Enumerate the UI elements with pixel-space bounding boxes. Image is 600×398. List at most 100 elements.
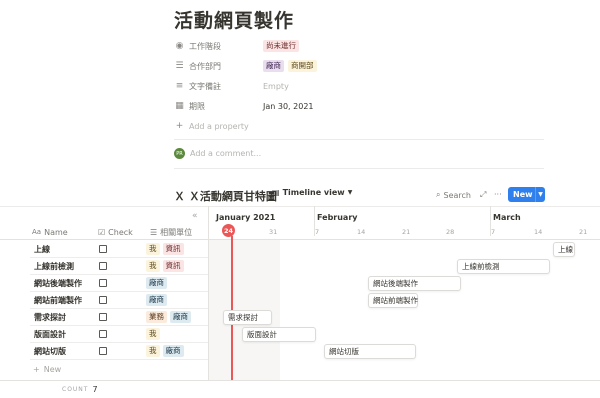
table-row[interactable]: 網站切版 我 廠商 [30,343,208,360]
column-header-label: Name [44,227,68,237]
search-icon: ⌕ [436,190,441,199]
plus-icon: + [33,365,40,374]
checkbox[interactable] [99,296,107,304]
row-name[interactable]: 版面設計 [30,329,96,340]
page-title[interactable]: 活動網頁製作 [174,6,294,33]
timeline-bar[interactable]: 上線前檢測 [457,259,550,274]
day-label: 31 [269,228,278,236]
checkbox[interactable] [99,330,107,338]
unit-tag: 廠商 [162,345,184,357]
department-tag[interactable]: 廠商 [263,60,284,72]
checkbox[interactable] [99,313,107,321]
day-label: 14 [534,228,543,236]
row-name[interactable]: 需求探討 [30,312,96,323]
row-name[interactable]: 網站後端製作 [30,278,96,289]
database-title[interactable]: Ｘ Ｘ活動網頁甘特圖 [174,188,277,204]
divider [174,168,544,169]
timeline-bar[interactable]: 網站後端製作 [368,276,461,291]
unit-tag: 我 [146,328,160,340]
unit-tag: 資訊 [162,243,184,255]
avatar: PR [174,148,185,159]
checkbox[interactable] [99,279,107,287]
new-button-label: New [513,190,533,199]
column-header-label: 相關單位 [160,227,193,237]
search-button[interactable]: ⌕ Search [436,190,471,200]
property-deadline[interactable]: ▦ 期限 Jan 30, 2021 [174,97,544,115]
note-value[interactable]: Empty [263,82,289,91]
divider [0,380,600,381]
add-property-button[interactable]: + Add a property [174,117,544,135]
checkbox[interactable] [99,347,107,355]
row-name[interactable]: 網站前端製作 [30,295,96,306]
unit-tag: 我 [146,345,160,357]
unit-tag: 我 [146,260,160,272]
property-status[interactable]: ◉ 工作階段 尚未進行 [174,37,544,55]
text-icon: ≡ [175,81,184,91]
divider [174,139,544,140]
search-label: Search [443,190,471,200]
row-name[interactable]: 網站切版 [30,346,96,357]
view-label: Timeline view [282,188,345,197]
column-header-label: Check [108,227,133,237]
day-label: 14 [357,228,366,236]
property-label: 期限 [189,101,205,111]
text-property-icon: Aa [32,228,42,236]
chevron-down-icon: ▼ [347,189,353,196]
today-marker: 24 [222,224,235,237]
plus-icon: + [175,121,184,131]
department-tag[interactable]: 商開部 [288,60,317,72]
timeline-bar[interactable]: 網站前端製作 [368,293,418,308]
checkbox[interactable] [99,245,107,253]
unit-tag: 廠商 [146,277,167,289]
table-row[interactable]: 需求探討 業務 廠商 [30,309,208,326]
table-row[interactable]: 上線 我 資訊 [30,241,208,258]
comment-input[interactable]: Add a comment... [190,149,261,158]
expand-icon[interactable]: ⤢ [480,190,486,200]
table-row[interactable]: 網站前端製作 廠商 [30,292,208,309]
new-row-button[interactable]: + New [33,365,61,374]
property-department[interactable]: ☰ 合作部門 廠商 商開部 [174,57,544,75]
status-tag[interactable]: 尚未進行 [263,40,299,52]
chevron-down-icon[interactable]: ▼ [535,187,545,202]
timeline-bar[interactable]: 版面設計 [242,327,316,342]
new-button[interactable]: New ▼ [508,187,545,202]
table-row[interactable]: 版面設計 我 [30,326,208,343]
day-label: 7 [491,228,496,236]
view-switcher[interactable]: ▤ Timeline view ▼ [272,188,352,197]
column-header-check[interactable]: ☑ Check [98,224,133,240]
unit-tag: 資訊 [162,260,184,272]
today-line [231,236,233,380]
more-icon[interactable]: ··· [494,190,502,199]
status-icon: ◉ [175,41,184,51]
calendar-icon: ▦ [175,101,184,111]
month-label: February [317,213,358,222]
count-value: 7 [92,385,98,394]
column-header-name[interactable]: Aa Name [32,224,68,240]
unit-tag: 廠商 [146,294,167,306]
timeline-top-border [0,206,600,207]
row-name[interactable]: 上線 [30,244,96,255]
checkbox-property-icon: ☑ [98,227,106,237]
comment-box[interactable]: PR Add a comment... [174,148,261,159]
double-chevron-left-icon[interactable]: « [192,211,198,221]
month-label: January 2021 [216,213,276,222]
row-name[interactable]: 上線前檢測 [30,261,96,272]
new-row-label: New [43,365,62,374]
divider [0,239,600,240]
timeline-bar[interactable]: 網站切版 [324,344,416,359]
timeline-bar[interactable]: 需求探討 [223,310,272,325]
deadline-value[interactable]: Jan 30, 2021 [263,102,314,111]
day-label: 21 [402,228,411,236]
timeline-icon: ▤ [272,188,280,197]
property-note[interactable]: ≡ 文字備註 Empty [174,77,544,95]
divider [208,206,209,380]
property-label: 合作部門 [189,61,221,71]
day-label: 21 [579,228,588,236]
count-footer[interactable]: COUNT 7 [62,385,98,394]
timeline-bar[interactable]: 上線 [553,242,575,257]
column-header-unit[interactable]: ☰ 相關單位 [150,224,192,240]
table-row[interactable]: 網站後端製作 廠商 [30,275,208,292]
checkbox[interactable] [99,262,107,270]
count-label: COUNT [62,386,89,393]
table-row[interactable]: 上線前檢測 我 資訊 [30,258,208,275]
